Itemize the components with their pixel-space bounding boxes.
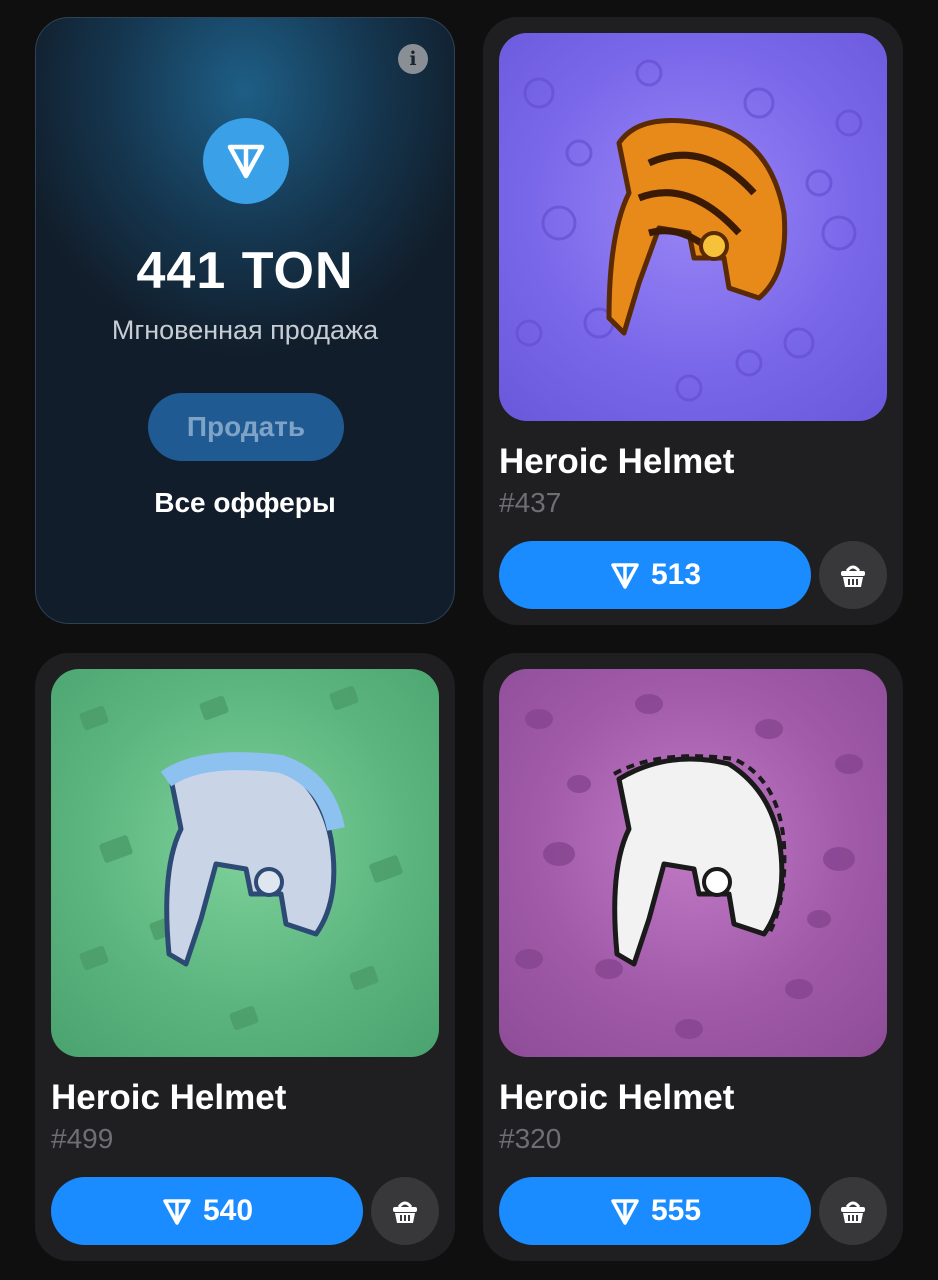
item-number: #320 <box>499 1123 562 1154</box>
item-title: Heroic Helmet <box>51 1078 287 1117</box>
basket-icon <box>841 1201 865 1223</box>
info-icon[interactable]: i <box>398 44 428 74</box>
item-image <box>499 33 887 421</box>
item-card[interactable]: Heroic Helmet #499 540 <box>35 653 455 1261</box>
item-title: Heroic Helmet <box>499 442 735 481</box>
add-to-cart-button[interactable] <box>819 541 887 609</box>
item-number: #437 <box>499 487 562 518</box>
sell-button[interactable]: Продать <box>148 393 344 461</box>
white-sketch-helmet-icon <box>612 754 787 967</box>
ton-icon <box>611 563 639 589</box>
add-to-cart-button[interactable] <box>371 1177 439 1245</box>
item-title: Heroic Helmet <box>499 1078 735 1117</box>
buy-button[interactable]: 555 <box>499 1177 811 1245</box>
item-card[interactable]: Heroic Helmet #437 513 <box>483 17 903 625</box>
ton-logo-icon <box>203 118 289 204</box>
price-label: 540 <box>202 1194 254 1227</box>
silver-blue-helmet-icon <box>160 752 345 967</box>
ton-icon <box>611 1199 639 1225</box>
offer-amount: 441 TON <box>136 242 354 300</box>
price-label: 555 <box>650 1194 702 1227</box>
buy-button[interactable]: 513 <box>499 541 811 609</box>
buy-button[interactable]: 540 <box>51 1177 363 1245</box>
basket-icon <box>841 565 865 587</box>
basket-icon <box>393 1201 417 1223</box>
item-card[interactable]: Heroic Helmet #320 555 <box>483 653 903 1261</box>
item-number: #499 <box>51 1123 114 1154</box>
item-image <box>499 669 887 1057</box>
item-image <box>51 669 439 1057</box>
offer-subtitle: Мгновенная продажа <box>111 315 379 345</box>
tiger-helmet-icon <box>606 118 788 336</box>
ton-icon <box>163 1199 191 1225</box>
add-to-cart-button[interactable] <box>819 1177 887 1245</box>
price-label: 513 <box>650 558 702 591</box>
instant-sale-card: i 441 TON Мгновенная продажа Продать Все… <box>35 17 455 624</box>
all-offers-link[interactable]: Все офферы <box>36 487 454 519</box>
